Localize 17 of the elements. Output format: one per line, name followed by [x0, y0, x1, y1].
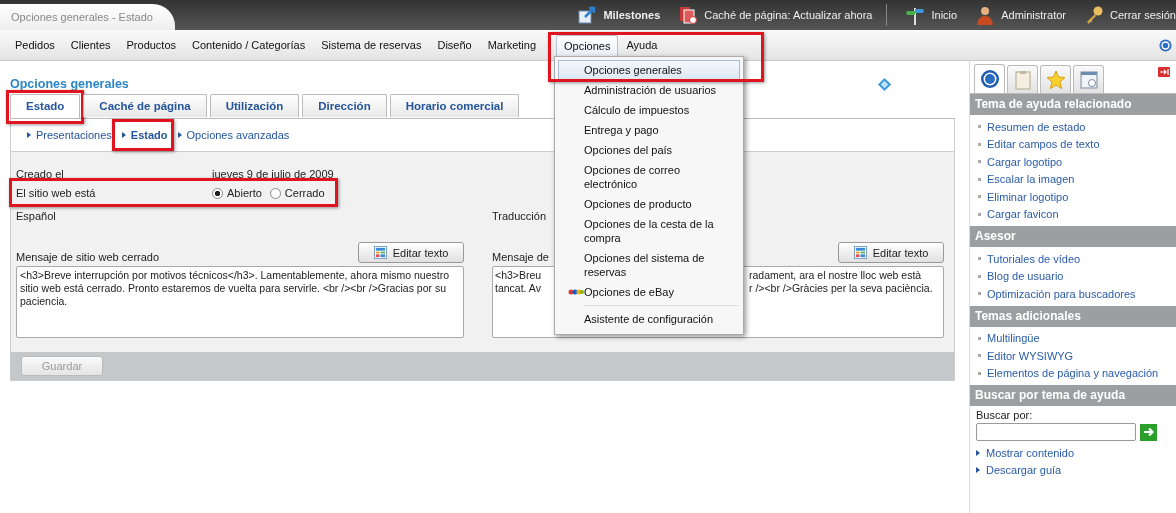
- field-label: Buscar por:: [976, 409, 1034, 421]
- language-label: Español: [16, 210, 56, 224]
- message-text: tancat. Av: [495, 282, 542, 295]
- page-title: Opciones generales: [10, 77, 129, 91]
- field-label: Creado el: [16, 167, 65, 180]
- language-label: Traducción: [492, 210, 546, 224]
- field-label: El sitio web está: [16, 187, 97, 199]
- field-label: Mensaje de sitio web cerrado: [16, 251, 160, 263]
- section-header: Tema de ayuda relacionado: [970, 94, 1176, 115]
- message-text: r /><br />Gràcies per la seva paciència.: [749, 282, 933, 295]
- message-text: <h3>Breu: [495, 269, 543, 282]
- section-header: Asesor: [970, 226, 1176, 247]
- message-text: radament, ara el nostre lloc web està: [749, 269, 922, 282]
- section-header: Buscar por tema de ayuda: [970, 385, 1176, 406]
- window-title: Opciones generales - Estado: [0, 4, 175, 30]
- section-header: Temas adicionales: [970, 305, 1176, 327]
- field-label: Mensaje de: [492, 251, 549, 263]
